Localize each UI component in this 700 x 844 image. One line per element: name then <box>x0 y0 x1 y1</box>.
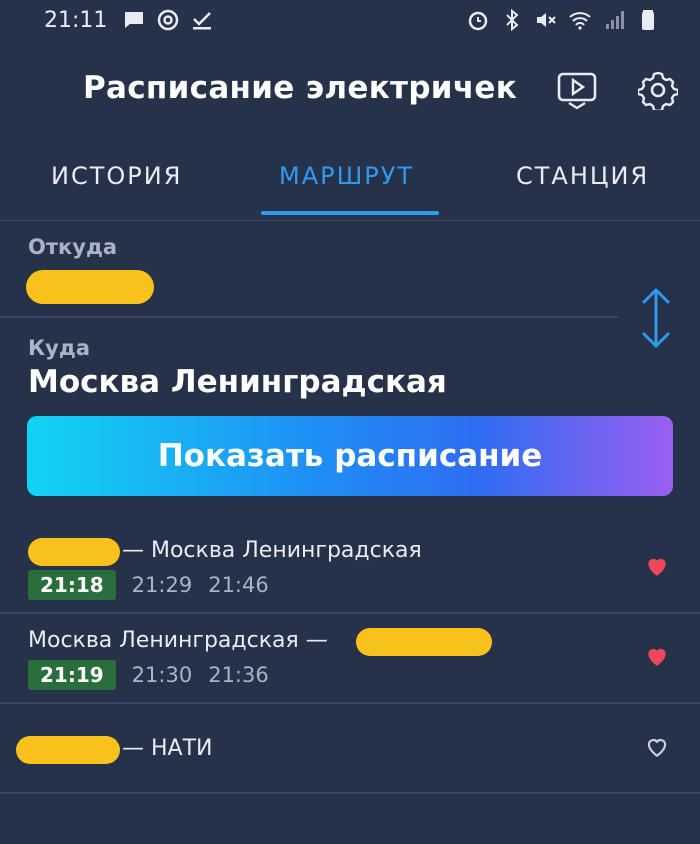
battery-icon <box>642 10 654 30</box>
bluetooth-icon <box>506 8 519 32</box>
chat-icon <box>125 12 143 28</box>
departure-badge: 21:18 <box>28 570 116 600</box>
route-item[interactable]: Москва Ленинградская — 21:19 21:30 21:36 <box>0 614 700 704</box>
next-time: 21:30 <box>131 663 193 687</box>
next-time: 21:46 <box>208 573 269 597</box>
favorite-heart-icon[interactable] <box>644 643 670 669</box>
app-title: Расписание электричек <box>83 70 518 106</box>
route-redaction <box>16 736 120 764</box>
video-icon[interactable] <box>556 70 598 110</box>
next-time: 21:36 <box>208 663 269 687</box>
route-item[interactable]: — Москва Ленинградская 21:18 21:29 21:46 <box>0 524 700 614</box>
to-field[interactable]: Москва Ленинградская <box>28 364 447 400</box>
status-right-icons <box>466 8 660 32</box>
favorite-heart-icon[interactable] <box>644 553 670 579</box>
mute-icon <box>537 13 556 27</box>
from-label: Откуда <box>28 235 118 259</box>
route-redaction <box>356 628 492 656</box>
gear-icon[interactable] <box>638 70 678 110</box>
next-time: 21:29 <box>131 573 193 597</box>
route-title: — НАТИ <box>122 736 213 761</box>
route-title: — Москва Ленинградская <box>122 538 422 563</box>
route-redaction <box>28 538 120 566</box>
show-schedule-button[interactable]: Показать расписание <box>27 416 673 496</box>
tab-station[interactable]: СТАНЦИЯ <box>516 162 649 190</box>
app-bar: Расписание электричек <box>0 60 700 120</box>
signal-icon <box>606 11 624 29</box>
swap-arrows-icon[interactable] <box>638 286 674 350</box>
to-label: Куда <box>28 336 90 360</box>
tab-indicator <box>261 211 439 215</box>
status-left-icons <box>122 8 214 32</box>
status-time: 21:11 <box>44 8 108 33</box>
route-title: Москва Ленинградская — <box>28 628 328 653</box>
from-divider <box>0 316 618 318</box>
alarm-icon <box>468 11 488 31</box>
route-item[interactable]: — НАТИ <box>0 704 700 794</box>
wifi-icon <box>569 12 591 30</box>
tab-bar: ИСТОРИЯ МАРШРУТ СТАНЦИЯ <box>0 150 700 221</box>
favorite-heart-outline-icon[interactable] <box>644 734 670 760</box>
from-redaction <box>26 270 154 304</box>
tab-route[interactable]: МАРШРУТ <box>279 162 414 190</box>
check-icon <box>193 12 211 30</box>
tab-history[interactable]: ИСТОРИЯ <box>51 162 182 190</box>
status-bar: 21:11 <box>0 0 700 44</box>
route-list: — Москва Ленинградская 21:18 21:29 21:46… <box>0 524 700 794</box>
route-times: 21:18 21:29 21:46 <box>28 570 269 600</box>
route-times: 21:19 21:30 21:36 <box>28 660 269 690</box>
departure-badge: 21:19 <box>28 660 116 690</box>
at-icon <box>157 9 179 31</box>
